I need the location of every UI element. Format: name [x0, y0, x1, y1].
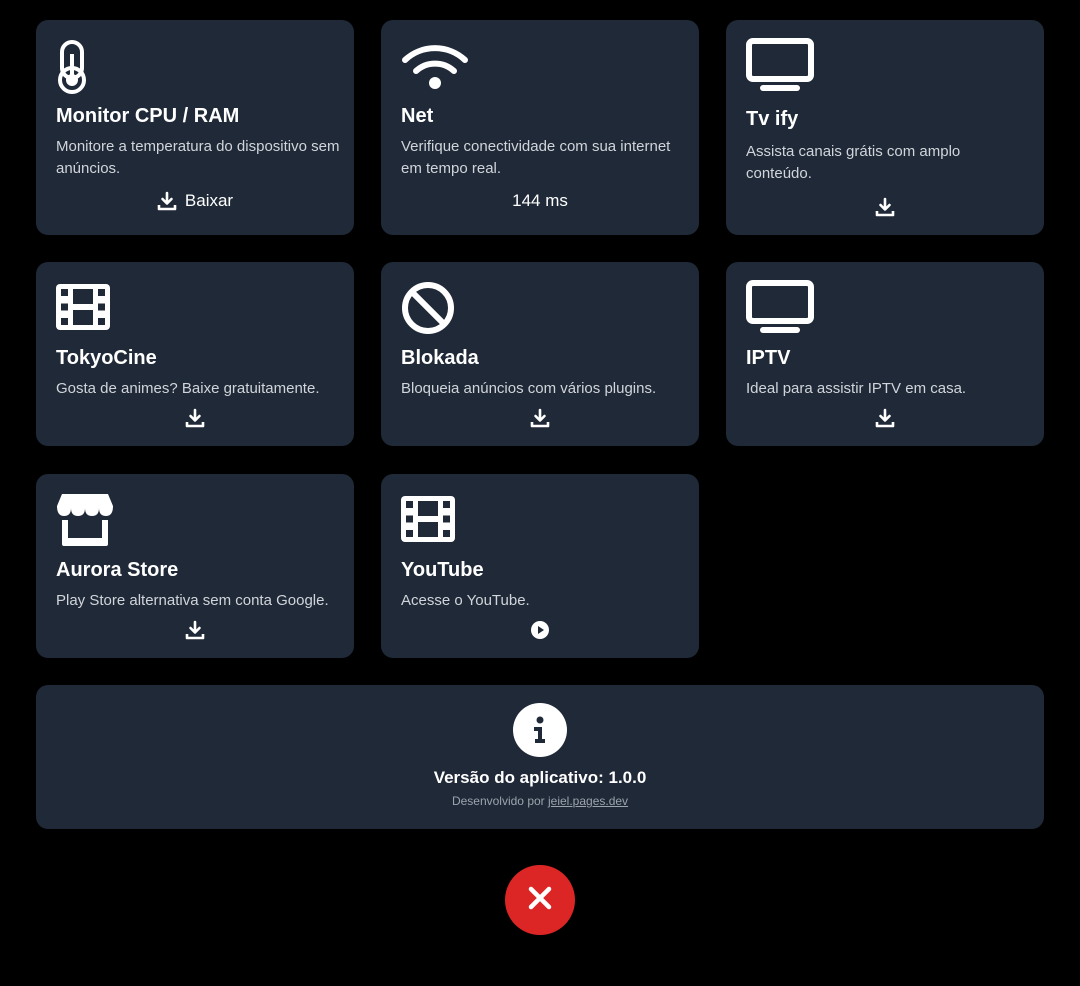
app-info-card: Versão do aplicativo: 1.0.0 Desenvolvido… [36, 685, 1044, 829]
info-icon [513, 703, 567, 757]
play-circle-icon [530, 620, 550, 640]
developer-link[interactable]: jeiel.pages.dev [548, 794, 628, 808]
card-description: Bloqueia anúncios com vários plugins. [401, 380, 657, 397]
ping-label: 144 ms [512, 191, 568, 210]
download-icon [157, 191, 177, 211]
card-title: IPTV [746, 347, 791, 369]
card-tv-ify[interactable]: Tv ify Assista canais grátis com amplo c… [726, 20, 1044, 235]
card-title: YouTube [401, 559, 484, 581]
card-description: Ideal para assistir IPTV em casa. [746, 380, 967, 397]
download-label: Baixar [184, 191, 234, 210]
card-title: Net [401, 105, 434, 127]
card-title: Tv ify [746, 108, 799, 130]
card-title: Monitor CPU / RAM [56, 105, 240, 127]
tv-icon [746, 280, 814, 336]
developed-by-label: Desenvolvido por [451, 794, 545, 808]
card-title: Blokada [401, 347, 479, 369]
card-aurora-store[interactable]: Aurora Store Play Store alternativa sem … [36, 474, 354, 658]
download-icon [875, 408, 895, 428]
play-button[interactable] [381, 620, 699, 640]
close-button[interactable] [505, 865, 575, 935]
download-button[interactable] [36, 620, 354, 640]
card-description: Monitore a temperatura do dispositivo se… [56, 138, 340, 177]
developer-credit: Desenvolvido por jeiel.pages.dev [36, 794, 1044, 808]
card-tokyocine[interactable]: TokyoCine Gosta de animes? Baixe gratuit… [36, 262, 354, 446]
download-icon [185, 620, 205, 640]
store-icon [56, 492, 114, 548]
download-button[interactable] [726, 408, 1044, 428]
card-iptv[interactable]: IPTV Ideal para assistir IPTV em casa. [726, 262, 1044, 446]
tv-icon [746, 38, 814, 94]
download-icon [530, 408, 550, 428]
card-description: Play Store alternativa sem conta Google. [56, 592, 329, 609]
ban-icon [401, 281, 455, 335]
download-button[interactable] [36, 408, 354, 428]
ping-value: 144 ms [381, 191, 699, 211]
card-description: Acesse o YouTube. [401, 592, 530, 609]
card-description: Assista canais grátis com amplo conteúdo… [746, 143, 961, 182]
download-icon [185, 408, 205, 428]
card-net[interactable]: Net Verifique conectividade com sua inte… [381, 20, 699, 235]
film-icon [56, 284, 110, 330]
app-version: Versão do aplicativo: 1.0.0 [433, 768, 647, 787]
card-title: TokyoCine [56, 347, 157, 369]
card-title: Aurora Store [56, 559, 179, 581]
card-description: Verifique conectividade com sua internet… [401, 138, 671, 177]
download-button[interactable] [381, 408, 699, 428]
download-button[interactable]: Baixar [36, 191, 354, 211]
wifi-icon [401, 42, 469, 90]
card-youtube[interactable]: YouTube Acesse o YouTube. [381, 474, 699, 658]
download-button[interactable] [726, 197, 1044, 217]
card-description: Gosta de animes? Baixe gratuitamente. [56, 380, 320, 397]
film-icon [401, 496, 455, 542]
thermometer-icon [56, 40, 88, 94]
download-icon [875, 197, 895, 217]
card-blokada[interactable]: Blokada Bloqueia anúncios com vários plu… [381, 262, 699, 446]
close-icon [528, 886, 552, 915]
card-monitor-cpu-ram[interactable]: Monitor CPU / RAM Monitore a temperatura… [36, 20, 354, 235]
